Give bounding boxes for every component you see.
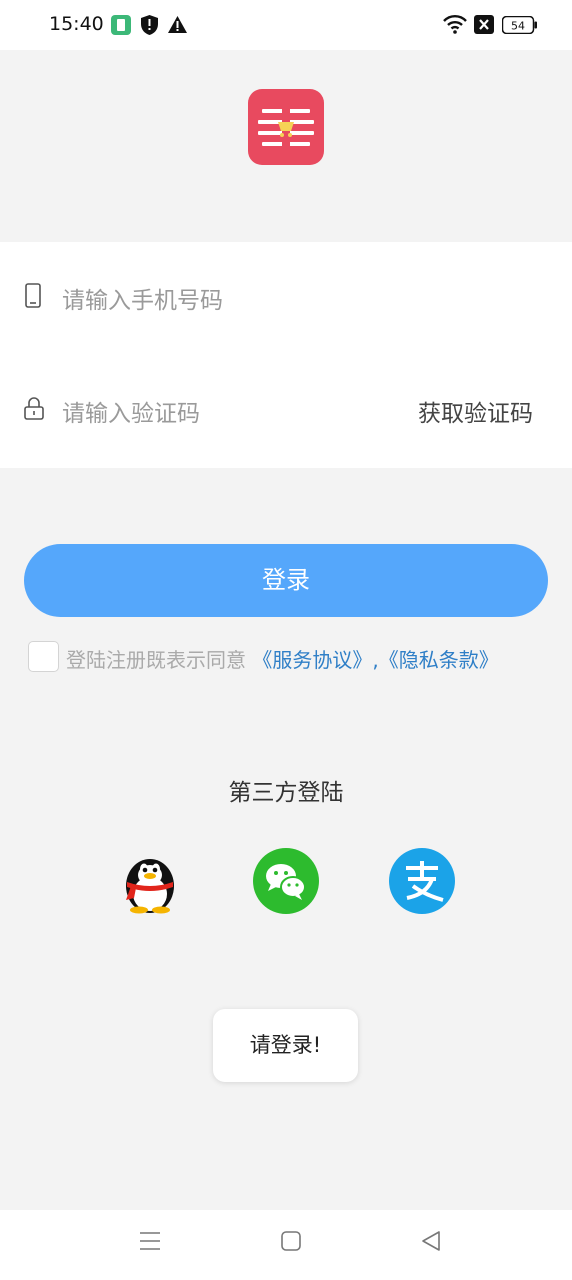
get-code-button[interactable]: 获取验证码 xyxy=(418,394,533,428)
wechat-icon[interactable] xyxy=(253,848,319,914)
login-button[interactable]: 登录 xyxy=(24,544,548,617)
status-bar: 15:40 54 xyxy=(0,0,572,50)
shopping-cart-logo-icon xyxy=(258,101,314,153)
agreement-checkbox[interactable] xyxy=(28,641,59,672)
verification-code-input[interactable]: 请输入验证码 xyxy=(62,394,200,428)
home-icon[interactable] xyxy=(281,1230,301,1252)
app-logo xyxy=(248,89,324,165)
battery-level: 54 xyxy=(511,20,525,33)
privacy-policy-link[interactable]: 《隐私条款》 xyxy=(379,648,499,672)
service-agreement-link[interactable]: 《服务协议》 xyxy=(252,648,372,672)
no-sim-icon xyxy=(474,15,494,34)
third-party-title: 第三方登陆 xyxy=(228,780,344,806)
phone-icon xyxy=(25,283,41,308)
toast-message: 请登录! xyxy=(213,1009,358,1082)
shield-icon xyxy=(141,15,158,35)
app-notification-icon xyxy=(111,15,131,35)
navigation-bar xyxy=(0,1210,572,1280)
lock-icon xyxy=(24,397,44,420)
status-time: 15:40 xyxy=(49,13,104,35)
menu-icon[interactable] xyxy=(139,1230,161,1252)
warning-icon xyxy=(168,16,187,33)
login-form: 请输入手机号码 请输入验证码 获取验证码 xyxy=(0,242,572,468)
battery-icon: 54 xyxy=(502,16,537,34)
back-icon[interactable] xyxy=(421,1230,441,1252)
alipay-icon[interactable] xyxy=(389,848,455,914)
agreement-text: 登陆注册既表示同意 xyxy=(66,648,246,672)
qq-icon[interactable] xyxy=(117,848,183,914)
agreement-row: 登陆注册既表示同意 《服务协议》,《隐私条款》 xyxy=(66,644,499,673)
wifi-icon xyxy=(443,15,467,34)
phone-input[interactable]: 请输入手机号码 xyxy=(62,281,223,315)
